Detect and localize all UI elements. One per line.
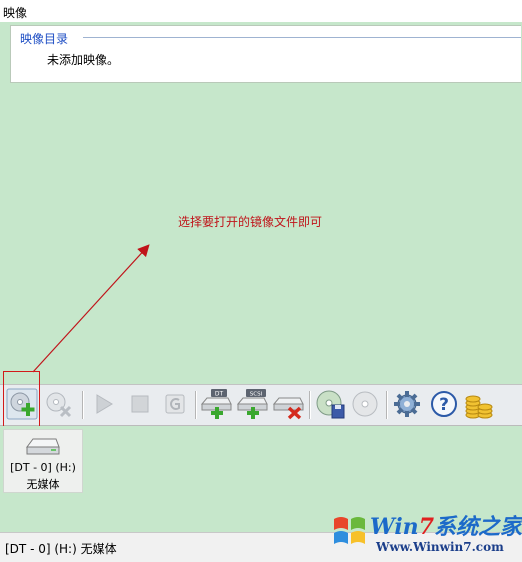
help-button[interactable]: ? <box>428 388 460 420</box>
toolbar: DT SCSI ? <box>0 384 522 426</box>
svg-text:?: ? <box>439 395 449 415</box>
toolbar-separator <box>309 391 311 419</box>
annotation-text: 选择要打开的镜像文件即可 <box>178 215 323 229</box>
catalog-empty-text: 未添加映像。 <box>47 53 120 67</box>
toolbar-separator <box>82 391 84 419</box>
highlight-box <box>3 371 40 431</box>
purchase-button[interactable] <box>463 388 495 420</box>
stop-icon <box>131 395 149 413</box>
toolbar-separator <box>195 391 197 419</box>
watermark-url: Www.Winwin7.com <box>376 540 504 554</box>
drive-status: 无媒体 <box>26 478 60 491</box>
settings-button[interactable] <box>391 388 423 420</box>
drive-icon <box>26 438 60 455</box>
title-bar: 映像 <box>0 0 522 23</box>
play-button[interactable] <box>88 388 120 420</box>
virtual-drive-item[interactable]: [DT - 0] (H:) 无媒体 <box>3 429 83 493</box>
burn-disc-button[interactable] <box>349 388 381 420</box>
dt-drive-add-icon: DT <box>200 389 232 419</box>
svg-text:DT: DT <box>215 391 224 398</box>
add-dt-drive-button[interactable]: DT <box>200 388 232 420</box>
image-catalog[interactable]: 映像目录 未添加映像。 <box>10 25 521 83</box>
windows-logo-icon <box>334 517 365 544</box>
refresh-icon <box>165 394 185 414</box>
disc-save-icon <box>316 390 345 419</box>
remove-image-button[interactable] <box>42 388 74 420</box>
coins-icon <box>465 395 493 419</box>
play-icon <box>96 394 113 414</box>
remove-drive-button[interactable] <box>272 388 304 420</box>
save-image-button[interactable] <box>314 388 346 420</box>
watermark-brand: Win7系统之家 <box>370 514 522 540</box>
window-title: 映像 <box>3 6 28 20</box>
drive-remove-icon <box>272 397 304 420</box>
svg-text:SCSI: SCSI <box>250 392 263 398</box>
site-watermark: Win7系统之家 Www.Winwin7.com <box>326 507 522 561</box>
gear-icon <box>394 391 420 417</box>
stop-button[interactable] <box>124 388 156 420</box>
disc-remove-icon <box>46 392 72 418</box>
toolbar-separator <box>386 391 388 419</box>
catalog-header: 映像目录 <box>11 26 521 46</box>
scsi-drive-add-icon: SCSI <box>236 389 268 419</box>
drive-label: [DT - 0] (H:) <box>10 461 76 474</box>
disc-icon <box>352 391 378 417</box>
main-area: 映像目录 未添加映像。 选择要打开的镜像文件即可 DT SCSI ? [DT -… <box>0 22 522 532</box>
catalog-header-divider <box>83 37 521 38</box>
status-text: [DT - 0] (H:) 无媒体 <box>5 542 117 556</box>
refresh-button[interactable] <box>159 388 191 420</box>
catalog-title: 映像目录 <box>20 32 69 46</box>
help-icon: ? <box>431 391 457 417</box>
add-scsi-drive-button[interactable]: SCSI <box>236 388 268 420</box>
